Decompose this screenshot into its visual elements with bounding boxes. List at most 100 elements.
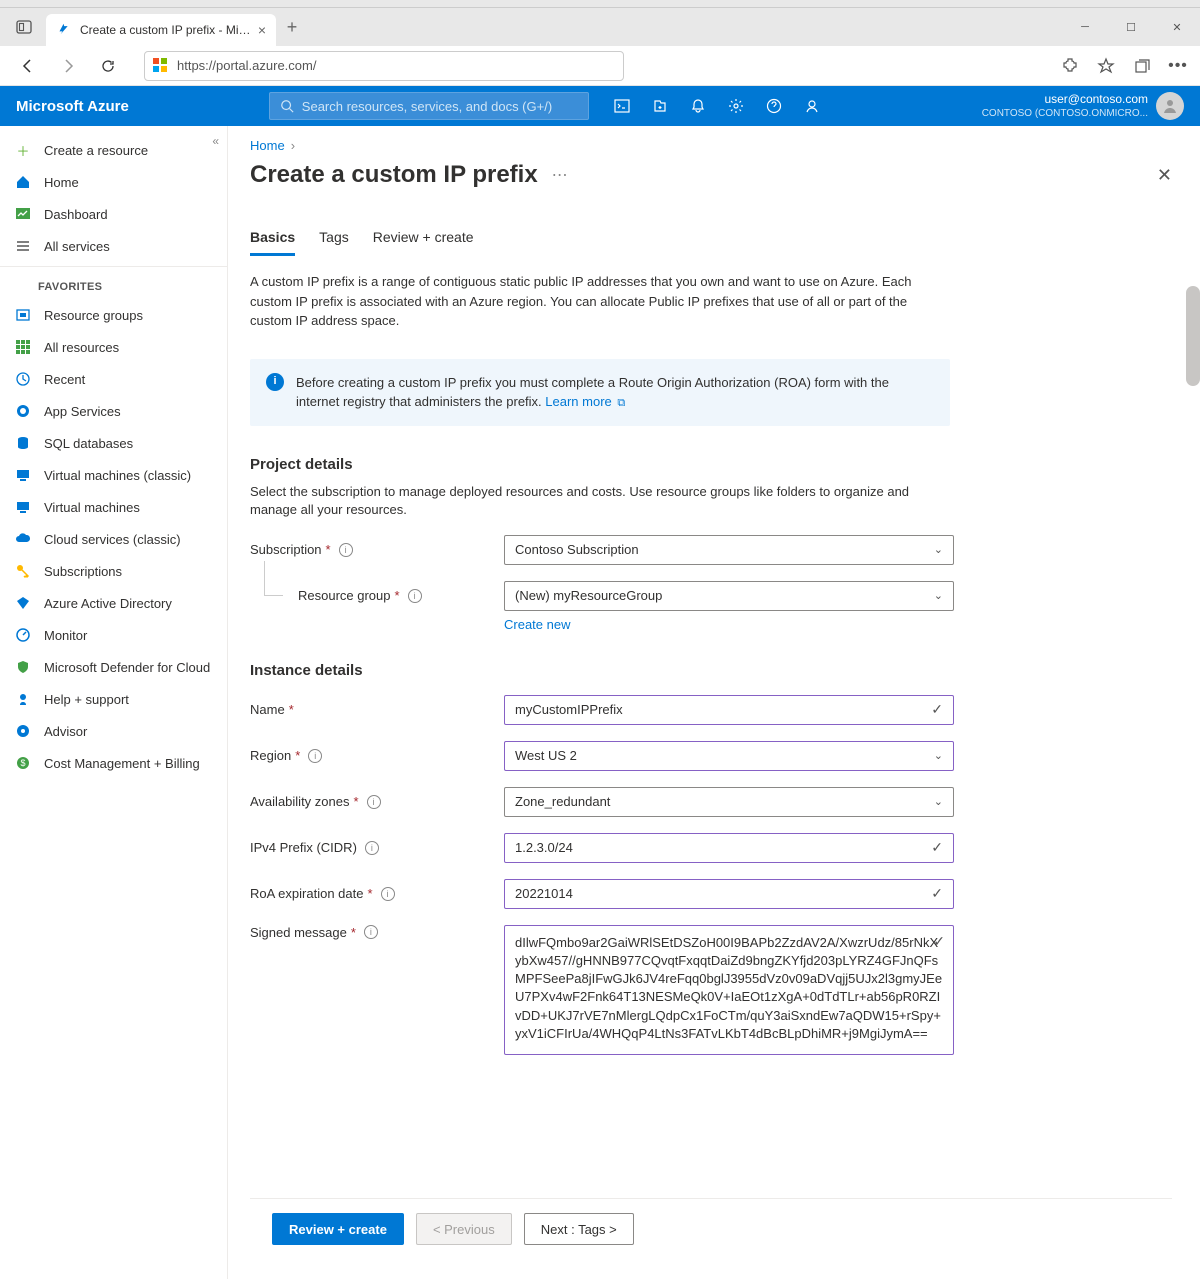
sidebar-item-defender[interactable]: Microsoft Defender for Cloud — [0, 651, 227, 683]
help-support-icon — [14, 690, 32, 708]
sidebar-item-cost[interactable]: $Cost Management + Billing — [0, 747, 227, 779]
refresh-button[interactable] — [92, 50, 124, 82]
extensions-icon[interactable] — [1060, 56, 1080, 76]
tab-basics[interactable]: Basics — [250, 229, 295, 256]
info-icon: i — [266, 373, 284, 391]
chevron-right-icon: › — [291, 138, 295, 153]
info-box: i Before creating a custom IP prefix you… — [250, 359, 950, 426]
sidebar-all-services[interactable]: All services — [0, 230, 227, 262]
resource-group-select[interactable]: (New) myResourceGroup⌄ — [504, 581, 954, 611]
close-blade-button[interactable]: ✕ — [1157, 165, 1172, 186]
favorites-icon[interactable] — [1096, 56, 1116, 76]
resource-groups-icon — [14, 306, 32, 324]
tab-tags[interactable]: Tags — [319, 229, 349, 256]
azure-search[interactable]: Search resources, services, and docs (G+… — [269, 92, 589, 120]
vm-classic-icon — [14, 466, 32, 484]
settings-icon[interactable] — [727, 97, 745, 115]
help-icon[interactable] — [765, 97, 783, 115]
roa-input[interactable]: 20221014✓ — [504, 879, 954, 909]
grid-icon — [14, 338, 32, 356]
info-circle-icon[interactable]: i — [381, 887, 395, 901]
new-tab-button[interactable]: + — [276, 17, 308, 38]
sidebar-item-cloud-classic[interactable]: Cloud services (classic) — [0, 523, 227, 555]
sidebar-item-vm-classic[interactable]: Virtual machines (classic) — [0, 459, 227, 491]
signed-message-label: Signed message *i — [250, 925, 504, 940]
next-button[interactable]: Next : Tags > — [524, 1213, 634, 1245]
more-actions-icon[interactable]: ⋯ — [552, 165, 568, 185]
region-select[interactable]: West US 2⌄ — [504, 741, 954, 771]
monitor-icon — [14, 626, 32, 644]
create-new-link[interactable]: Create new — [504, 617, 1172, 632]
info-circle-icon[interactable]: i — [308, 749, 322, 763]
sidebar-item-recent[interactable]: Recent — [0, 363, 227, 395]
forward-button[interactable] — [52, 50, 84, 82]
close-tab-icon[interactable]: × — [258, 22, 266, 38]
back-button[interactable] — [12, 50, 44, 82]
learn-more-link[interactable]: Learn more — [545, 394, 611, 409]
ipv4-prefix-input[interactable]: 1.2.3.0/24✓ — [504, 833, 954, 863]
user-menu[interactable]: user@contoso.com CONTOSO (CONTOSO.ONMICR… — [982, 92, 1184, 121]
maximize-button[interactable]: ☐ — [1108, 8, 1154, 46]
app-services-icon — [14, 402, 32, 420]
sidebar-item-monitor[interactable]: Monitor — [0, 619, 227, 651]
review-create-button[interactable]: Review + create — [272, 1213, 404, 1245]
previous-button: < Previous — [416, 1213, 512, 1245]
sidebar-item-aad[interactable]: Azure Active Directory — [0, 587, 227, 619]
collections-icon[interactable] — [1132, 56, 1152, 76]
subscription-select[interactable]: Contoso Subscription⌄ — [504, 535, 954, 565]
check-icon: ✓ — [933, 932, 945, 952]
svg-text:$: $ — [20, 758, 25, 768]
collapse-sidebar-icon[interactable]: « — [212, 134, 219, 148]
sidebar-item-help[interactable]: Help + support — [0, 683, 227, 715]
user-tenant: CONTOSO (CONTOSO.ONMICRO... — [982, 107, 1148, 120]
sidebar-create-resource[interactable]: ＋Create a resource — [0, 134, 227, 166]
tabs: Basics Tags Review + create — [250, 229, 1172, 256]
database-icon — [14, 434, 32, 452]
directories-icon[interactable] — [651, 97, 669, 115]
sidebar-item-app-services[interactable]: App Services — [0, 395, 227, 427]
sidebar-item-subscriptions[interactable]: Subscriptions — [0, 555, 227, 587]
tab-actions-icon[interactable] — [10, 13, 38, 41]
sidebar-home[interactable]: Home — [0, 166, 227, 198]
project-details-header: Project details — [250, 456, 1172, 473]
info-circle-icon[interactable]: i — [408, 589, 422, 603]
name-input[interactable]: myCustomIPPrefix✓ — [504, 695, 954, 725]
info-circle-icon[interactable]: i — [367, 795, 381, 809]
feedback-icon[interactable] — [803, 97, 821, 115]
info-circle-icon[interactable]: i — [364, 925, 378, 939]
info-circle-icon[interactable]: i — [339, 543, 353, 557]
azure-brand[interactable]: Microsoft Azure — [16, 98, 129, 115]
cloud-shell-icon[interactable] — [613, 97, 631, 115]
sidebar-dashboard[interactable]: Dashboard — [0, 198, 227, 230]
sidebar-item-sql[interactable]: SQL databases — [0, 427, 227, 459]
vm-icon — [14, 498, 32, 516]
availability-zones-select[interactable]: Zone_redundant⌄ — [504, 787, 954, 817]
chevron-down-icon: ⌄ — [934, 749, 943, 762]
minimize-button[interactable]: ─ — [1062, 8, 1108, 46]
name-label: Name * — [250, 702, 504, 717]
window-controls: ─ ☐ ✕ — [1062, 8, 1200, 46]
roa-label: RoA expiration date *i — [250, 886, 504, 901]
availability-zones-label: Availability zones *i — [250, 794, 504, 809]
notifications-icon[interactable] — [689, 97, 707, 115]
url-field[interactable]: https://portal.azure.com/ — [144, 51, 624, 81]
microsoft-logo-icon — [153, 58, 169, 74]
description: A custom IP prefix is a range of contigu… — [250, 272, 950, 331]
url-text: https://portal.azure.com/ — [177, 58, 316, 73]
breadcrumb: Home › — [250, 138, 1172, 153]
check-icon: ✓ — [931, 701, 943, 718]
info-circle-icon[interactable]: i — [365, 841, 379, 855]
sidebar-item-resource-groups[interactable]: Resource groups — [0, 299, 227, 331]
signed-message-textarea[interactable]: ✓ dIlwFQmbo9ar2GaiWRlSEtDSZoH00I9BAPb2Zz… — [504, 925, 954, 1055]
close-window-button[interactable]: ✕ — [1154, 8, 1200, 46]
sidebar-item-advisor[interactable]: Advisor — [0, 715, 227, 747]
sidebar-item-vm[interactable]: Virtual machines — [0, 491, 227, 523]
breadcrumb-home[interactable]: Home — [250, 138, 285, 153]
list-icon — [14, 237, 32, 255]
tab-review[interactable]: Review + create — [373, 229, 474, 256]
more-icon[interactable]: ••• — [1168, 56, 1188, 76]
browser-tab[interactable]: Create a custom IP prefix - Micr... × — [46, 14, 276, 46]
sidebar-item-all-resources[interactable]: All resources — [0, 331, 227, 363]
window-chrome — [0, 0, 1200, 8]
scrollbar[interactable] — [1186, 286, 1200, 386]
